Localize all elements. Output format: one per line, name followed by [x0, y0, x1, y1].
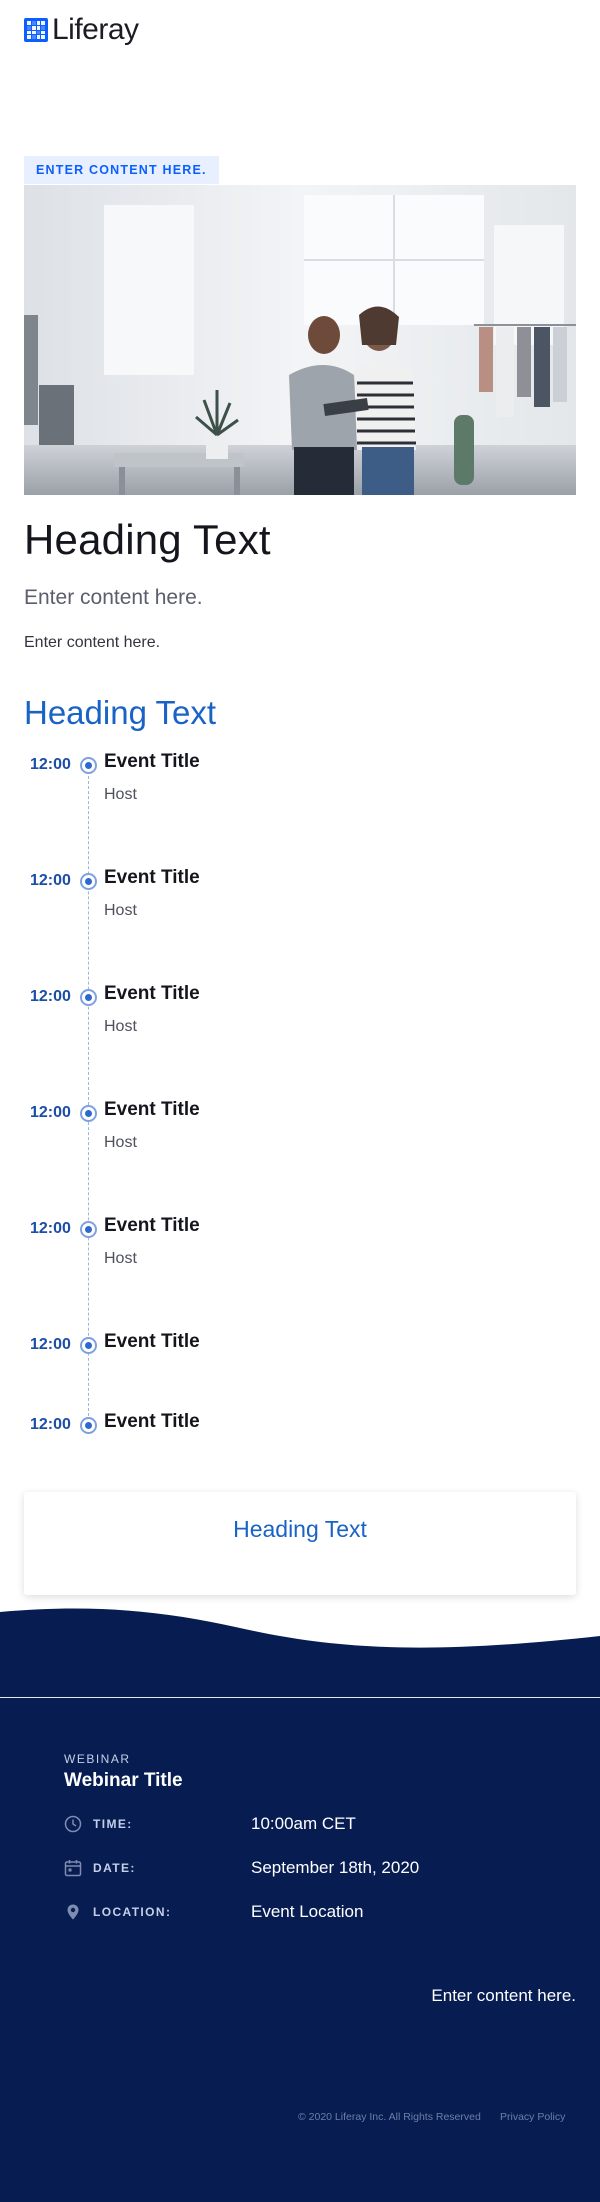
- logo-text[interactable]: Liferay: [52, 13, 139, 47]
- webinar-title: Webinar Title: [64, 1770, 183, 1791]
- location-pin-icon: [67, 1904, 79, 1920]
- lead-text: Enter content here.: [24, 586, 203, 609]
- webinar-kicker: WEBINAR: [64, 1752, 131, 1766]
- event-title: Event Title: [104, 867, 200, 888]
- timeline-dot-icon: [80, 1337, 97, 1354]
- info-row-date: DATE: September 18th, 2020: [64, 1858, 564, 1884]
- event-time: 12:00: [30, 1104, 71, 1121]
- event-host: Host: [104, 1018, 137, 1035]
- timeline-item: 12:00 Event Title Host: [0, 1096, 600, 1156]
- event-time: 12:00: [30, 1416, 71, 1433]
- info-row-time: TIME: 10:00am CET: [64, 1814, 564, 1840]
- event-title: Event Title: [104, 1331, 200, 1352]
- event-time: 12:00: [30, 988, 71, 1005]
- event-title: Event Title: [104, 983, 200, 1004]
- privacy-policy-link[interactable]: Privacy Policy: [500, 2111, 565, 2123]
- timeline-item: 12:00 Event Title: [0, 1408, 600, 1468]
- agenda-timeline: 12:00 Event Title Host 12:00 Event Title…: [0, 748, 600, 1448]
- event-time: 12:00: [30, 872, 71, 889]
- event-time: 12:00: [30, 756, 71, 773]
- timeline-dot-icon: [80, 1417, 97, 1434]
- info-value: September 18th, 2020: [251, 1858, 420, 1877]
- event-time: 12:00: [30, 1336, 71, 1353]
- store-photo-icon: [24, 185, 576, 495]
- event-title: Event Title: [104, 751, 200, 772]
- liferay-logo-icon[interactable]: [24, 18, 48, 42]
- info-value: 10:00am CET: [251, 1814, 356, 1833]
- timeline-item: 12:00 Event Title Host: [0, 1212, 600, 1272]
- timeline-item: 12:00 Event Title Host: [0, 864, 600, 924]
- info-label: LOCATION:: [93, 1905, 172, 1919]
- footer-content-text: Enter content here.: [431, 1986, 576, 2005]
- info-label: TIME:: [93, 1817, 133, 1831]
- wave-divider-icon: [0, 1608, 600, 1700]
- timeline-item: 12:00 Event Title Host: [0, 980, 600, 1040]
- event-title: Event Title: [104, 1099, 200, 1120]
- eyebrow-label: ENTER CONTENT HERE.: [24, 156, 219, 184]
- info-row-location: LOCATION: Event Location: [64, 1902, 564, 1928]
- clock-icon: [64, 1815, 82, 1833]
- webinar-footer: WEBINAR Webinar Title TIME: 10:00am CET …: [0, 1600, 600, 2202]
- agenda-heading: Heading Text: [24, 694, 217, 731]
- event-time: 12:00: [30, 1220, 71, 1237]
- calendar-icon: [64, 1860, 82, 1877]
- timeline-dot-icon: [80, 873, 97, 890]
- timeline-item: 12:00 Event Title Host: [0, 748, 600, 808]
- card-heading: Heading Text: [233, 1516, 367, 1542]
- info-value: Event Location: [251, 1902, 364, 1921]
- event-title: Event Title: [104, 1215, 200, 1236]
- timeline-dot-icon: [80, 1221, 97, 1238]
- copyright-text: © 2020 Liferay Inc. All Rights Reserved: [298, 2111, 481, 2123]
- body-text: Enter content here.: [24, 634, 161, 651]
- event-host: Host: [104, 1250, 137, 1267]
- timeline-dot-icon: [80, 989, 97, 1006]
- site-header: Liferay: [24, 13, 139, 47]
- timeline-dot-icon: [80, 1105, 97, 1122]
- event-title: Event Title: [104, 1411, 200, 1432]
- event-host: Host: [104, 1134, 137, 1151]
- event-host: Host: [104, 902, 137, 919]
- info-label: DATE:: [93, 1861, 136, 1875]
- hero-image: [24, 185, 576, 495]
- event-host: Host: [104, 786, 137, 803]
- page-heading: Heading Text: [24, 516, 271, 563]
- timeline-dot-icon: [80, 757, 97, 774]
- timeline-item: 12:00 Event Title: [0, 1328, 600, 1388]
- footer-divider: [0, 1697, 600, 1698]
- heading-card: Heading Text: [24, 1492, 576, 1595]
